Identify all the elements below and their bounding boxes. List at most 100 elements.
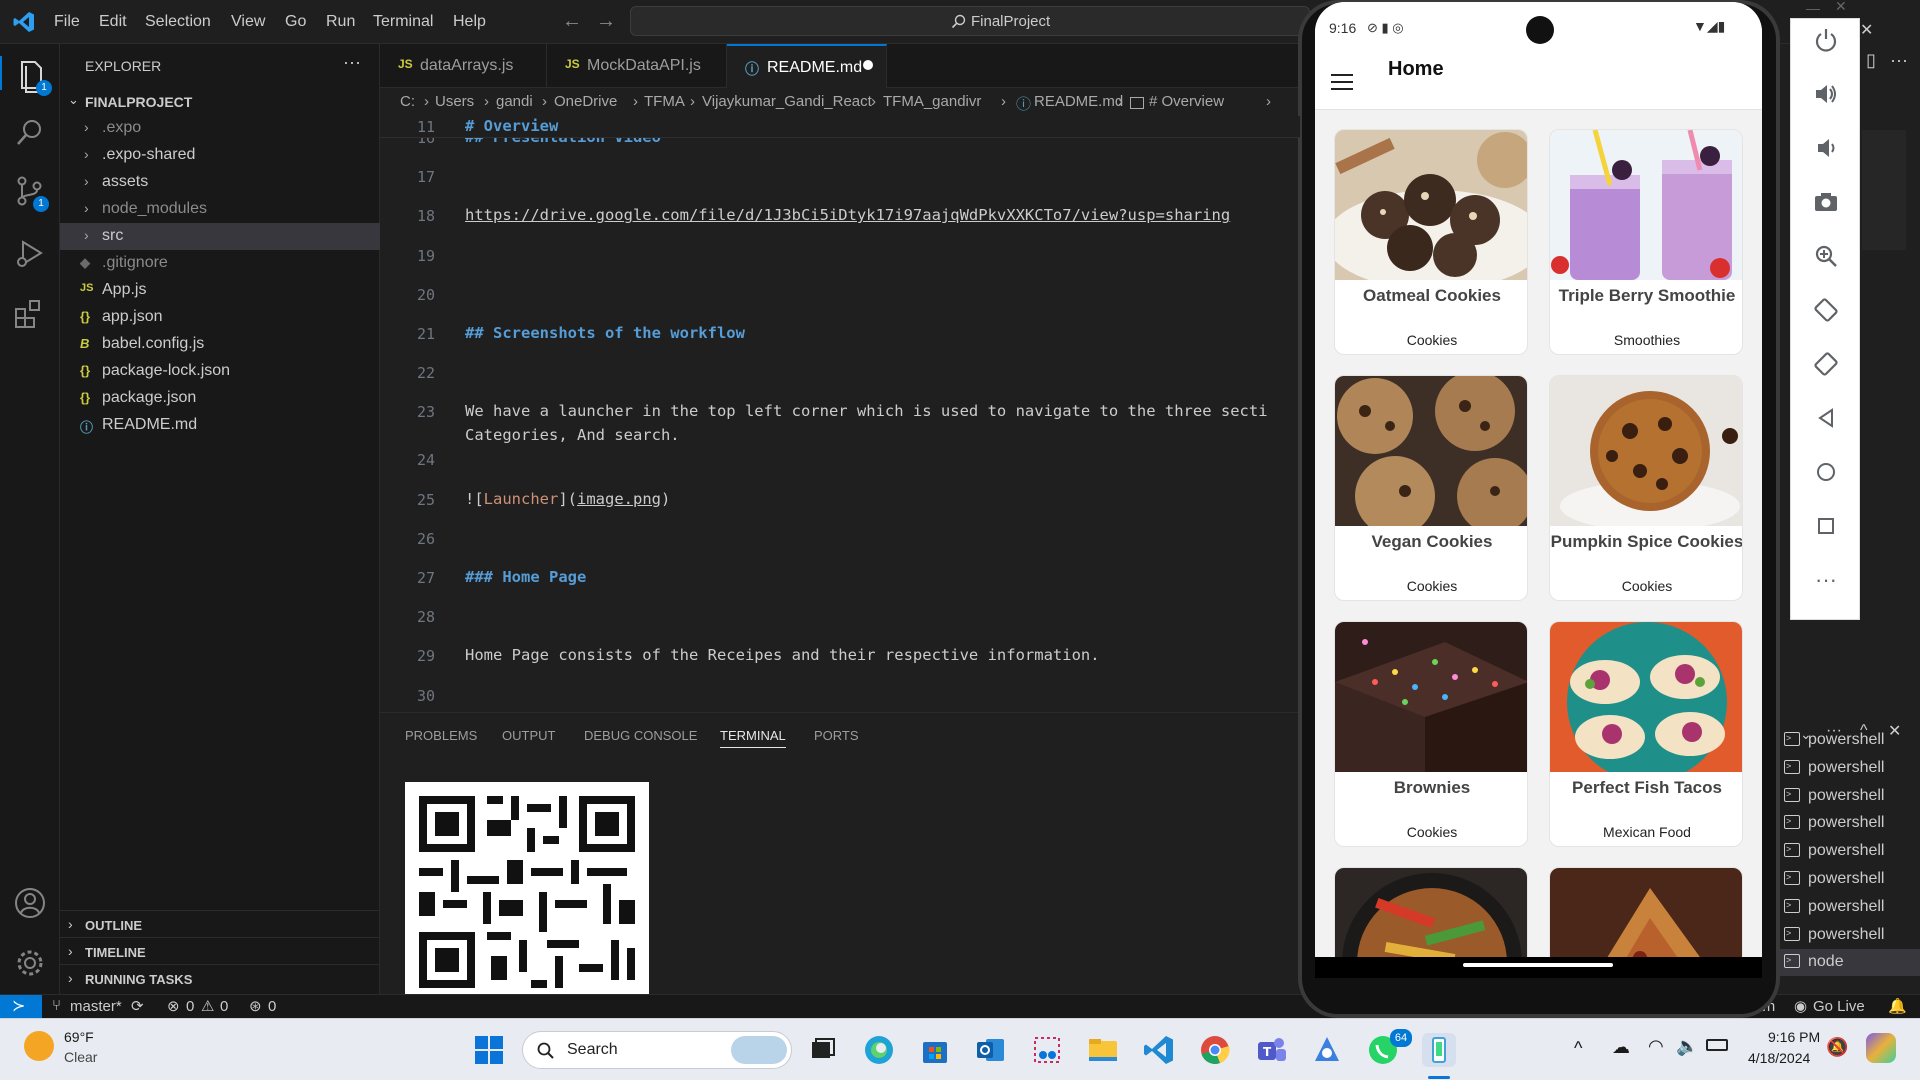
sticky-scroll[interactable]: 11 # Overview (380, 116, 1300, 138)
copilot-icon[interactable] (1310, 1033, 1344, 1067)
hamburger-menu-icon[interactable] (1331, 74, 1353, 90)
chevron-up-icon[interactable]: ^ (1574, 1038, 1582, 1059)
branch-name[interactable]: master* (70, 998, 122, 1015)
back-arrow-icon[interactable]: ← (562, 10, 582, 33)
file-explorer-icon[interactable] (1086, 1033, 1120, 1067)
more-actions-icon[interactable]: ··· (343, 52, 361, 73)
phone-screen[interactable]: 9:16 ⊘ ▮ ◎ ▼◢▮ Home Oatmeal Cookies Cook… (1315, 2, 1762, 978)
panel-tab-ports[interactable]: PORTS (814, 728, 859, 743)
home-circle-icon[interactable] (1813, 459, 1839, 485)
menu-terminal[interactable]: Terminal (373, 13, 433, 31)
extensions-icon[interactable] (13, 296, 47, 330)
menu-help[interactable]: Help (453, 13, 486, 31)
warning-count[interactable]: 0 (220, 998, 228, 1015)
accounts-icon[interactable] (13, 886, 47, 920)
terminal-instance[interactable]: > powershell (1780, 755, 1920, 782)
panel-tab-problems[interactable]: PROBLEMS (405, 728, 477, 743)
speaker-icon[interactable]: 🔈 (1676, 1036, 1698, 1057)
terminal-instance[interactable]: > powershell (1780, 866, 1920, 893)
recipe-card-oatmeal-cookies[interactable]: Oatmeal Cookies Cookies (1334, 129, 1528, 355)
terminal-instance[interactable]: > powershell (1780, 838, 1920, 865)
panel-tab-debug-console[interactable]: DEBUG CONSOLE (584, 728, 697, 743)
edge-browser-icon[interactable] (862, 1033, 896, 1067)
outline-section[interactable]: › OUTLINE (60, 910, 380, 937)
terminal-instance[interactable]: > powershell (1780, 922, 1920, 949)
microsoft-store-icon[interactable] (918, 1033, 952, 1067)
back-triangle-icon[interactable] (1813, 405, 1839, 431)
rotate-right-icon[interactable] (1813, 351, 1839, 377)
copilot-preview-icon[interactable] (1866, 1033, 1896, 1063)
zoom-icon[interactable] (1813, 243, 1839, 269)
panel-tab-output[interactable]: OUTPUT (502, 728, 555, 743)
timeline-section[interactable]: › TIMELINE (60, 937, 380, 964)
menu-edit[interactable]: Edit (99, 13, 127, 31)
wifi-icon[interactable]: ◠ (1648, 1036, 1664, 1057)
weather-temp[interactable]: 69°F (64, 1029, 94, 1045)
breadcrumb-users[interactable]: Users (435, 93, 474, 110)
tree-item-expo[interactable]: › .expo (60, 115, 380, 142)
vpn-icon[interactable]: ☁ (1612, 1037, 1630, 1058)
tree-item-readme[interactable]: ⓘ README.md (60, 412, 380, 439)
explorer-icon[interactable]: 1 (0, 56, 60, 96)
error-count[interactable]: 0 (186, 998, 194, 1015)
outlook-icon[interactable] (974, 1033, 1008, 1067)
window-close-icon[interactable]: ✕ (1860, 20, 1873, 40)
emulator-minimize-icon[interactable]: — (1806, 0, 1820, 16)
tree-item-app-json[interactable]: {} app.json (60, 304, 380, 331)
battery-icon[interactable] (1706, 1039, 1728, 1051)
clock-date[interactable]: 4/18/2024 (1748, 1050, 1810, 1066)
taskbar-search[interactable]: Search (522, 1031, 792, 1069)
android-studio-icon[interactable] (1422, 1033, 1456, 1067)
clock-time[interactable]: 9:16 PM (1768, 1029, 1820, 1045)
tab-data-arrays[interactable]: JS dataArrays.js (380, 44, 547, 88)
weather-moon-icon[interactable] (24, 1031, 54, 1061)
settings-gear-icon[interactable] (13, 946, 47, 980)
recipe-card-pumpkin-spice-cookies[interactable]: Pumpkin Spice Cookies Cookies (1549, 375, 1743, 601)
menu-selection[interactable]: Selection (145, 13, 211, 31)
running-tasks-section[interactable]: › RUNNING TASKS (60, 964, 380, 991)
teams-icon[interactable]: T (1254, 1033, 1288, 1067)
breadcrumb-readme[interactable]: README.md (1034, 93, 1123, 110)
menu-run[interactable]: Run (326, 13, 355, 31)
home-gesture-bar[interactable] (1463, 963, 1613, 967)
tree-item-node-modules[interactable]: › node_modules (60, 196, 380, 223)
tree-item-babel-config[interactable]: Bbabel.config.js (60, 331, 380, 358)
terminal-instance[interactable]: > powershell (1780, 783, 1920, 810)
more-actions-icon[interactable]: ··· (1890, 50, 1908, 71)
code-editor[interactable]: 11 # Overview 16## Presentation Video171… (380, 116, 1300, 712)
tab-mock-data-api[interactable]: JS MockDataAPI.js (547, 44, 727, 88)
camera-icon[interactable] (1813, 189, 1839, 215)
explorer-root[interactable]: ⌄ FINALPROJECT (60, 88, 380, 115)
breadcrumb-onedrive[interactable]: OneDrive (554, 93, 617, 110)
task-view-icon[interactable] (806, 1033, 840, 1067)
breadcrumb-tfma-gandivr[interactable]: TFMA_gandivr (883, 93, 981, 110)
breadcrumb-drive[interactable]: C: (400, 93, 415, 110)
run-debug-icon[interactable] (13, 236, 47, 270)
breadcrumb-project[interactable]: Vijaykumar_Gandi_React (702, 93, 872, 110)
terminal-instance[interactable]: > powershell (1780, 894, 1920, 921)
recipe-card-vegan-cookies[interactable]: Vegan Cookies Cookies (1334, 375, 1528, 601)
breadcrumb-tfma[interactable]: TFMA (644, 93, 685, 110)
menu-view[interactable]: View (231, 13, 265, 31)
breadcrumb-overview[interactable]: # Overview (1149, 93, 1224, 110)
ports-count[interactable]: 0 (268, 998, 276, 1015)
volume-up-icon[interactable] (1813, 81, 1839, 107)
menu-go[interactable]: Go (285, 13, 306, 31)
source-control-icon[interactable]: 1 (13, 174, 49, 212)
tree-item-assets[interactable]: › assets (60, 169, 380, 196)
notifications-bell-icon[interactable]: 🔔 (1888, 997, 1907, 1015)
tab-readme[interactable]: ⓘ README.md (727, 44, 887, 88)
tree-item-package-json[interactable]: {} package.json (60, 385, 380, 412)
tree-item-app-js[interactable]: JS App.js (60, 277, 380, 304)
rotate-left-icon[interactable] (1813, 297, 1839, 323)
tree-item-package-lock[interactable]: {} package-lock.json (60, 358, 380, 385)
overview-square-icon[interactable] (1813, 513, 1839, 539)
sync-icon[interactable]: ⟳ (131, 997, 144, 1015)
forward-arrow-icon[interactable]: → (596, 10, 616, 33)
tree-item-src[interactable]: › src (60, 223, 380, 250)
terminal-instance[interactable]: > node (1780, 949, 1920, 977)
notifications-bell-icon[interactable]: 🔕 (1826, 1037, 1848, 1058)
menu-file[interactable]: File (54, 13, 80, 31)
more-options-icon[interactable]: ··· (1813, 567, 1839, 593)
go-live-button[interactable]: Go Live (1813, 998, 1865, 1015)
